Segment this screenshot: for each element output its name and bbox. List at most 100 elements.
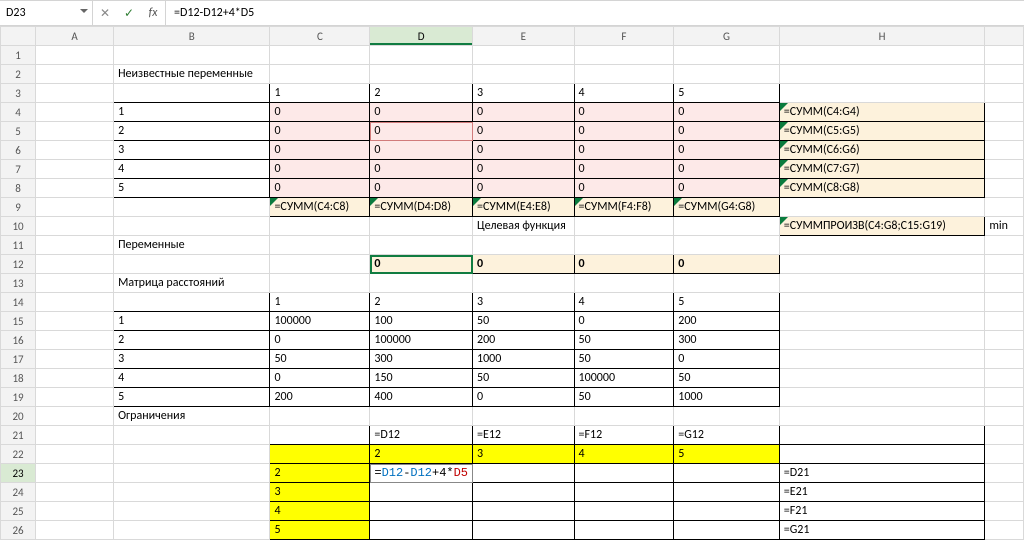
col-header-E[interactable]: E [473, 27, 575, 46]
cell[interactable]: =СУММ(C4:C8) [270, 198, 370, 217]
cell[interactable]: 2 [370, 84, 473, 103]
cell[interactable]: 2 [270, 464, 370, 483]
cell[interactable] [779, 65, 985, 84]
cell[interactable]: 1 [114, 103, 270, 122]
cell[interactable] [779, 198, 985, 217]
cell[interactable] [270, 65, 370, 84]
cell[interactable]: 0 [674, 350, 780, 369]
cell[interactable]: 100000 [574, 369, 674, 388]
cell[interactable]: 0 [674, 255, 780, 274]
cell[interactable]: 3 [473, 84, 575, 103]
cell[interactable]: 0 [473, 179, 575, 198]
cell[interactable] [985, 198, 1024, 217]
cell[interactable] [114, 445, 270, 464]
cell[interactable]: 50 [473, 312, 575, 331]
cell[interactable]: 200 [674, 312, 780, 331]
cell[interactable]: 4 [574, 84, 674, 103]
cell[interactable]: =СУММ(C8:G8) [779, 179, 985, 198]
cell-editing[interactable]: =D12-D12+4*D5 [370, 464, 473, 483]
cell[interactable]: 150 [370, 369, 473, 388]
row-header[interactable]: 2 [1, 65, 36, 84]
cell[interactable]: 4 [114, 369, 270, 388]
cell[interactable] [985, 331, 1024, 350]
cell[interactable] [36, 141, 114, 160]
cell[interactable]: 3 [114, 350, 270, 369]
row-header[interactable]: 22 [1, 445, 36, 464]
cell[interactable] [370, 407, 473, 426]
cell[interactable] [370, 236, 473, 255]
cell[interactable] [574, 46, 674, 65]
cell[interactable] [36, 350, 114, 369]
row-header[interactable]: 17 [1, 350, 36, 369]
row-header[interactable]: 4 [1, 103, 36, 122]
cell[interactable]: =СУММ(E4:E8) [473, 198, 575, 217]
cell[interactable] [779, 426, 985, 445]
cell[interactable] [370, 502, 473, 521]
cell[interactable] [985, 160, 1024, 179]
cell[interactable] [370, 65, 473, 84]
cell[interactable] [779, 236, 985, 255]
cell[interactable] [985, 236, 1024, 255]
cell[interactable] [36, 255, 114, 274]
cell[interactable]: 5 [674, 293, 780, 312]
cell[interactable]: 0 [270, 103, 370, 122]
cell[interactable]: 0 [674, 103, 780, 122]
cell[interactable] [985, 483, 1024, 502]
cell[interactable] [114, 464, 270, 483]
cell[interactable]: =СУММ(D4:D8) [370, 198, 473, 217]
col-header-D[interactable]: D [370, 27, 473, 46]
col-header-G[interactable]: G [674, 27, 780, 46]
cell[interactable]: 4 [574, 293, 674, 312]
section-label[interactable]: Матрица расстояний [114, 274, 270, 293]
cell[interactable]: 0 [370, 179, 473, 198]
cell[interactable] [370, 46, 473, 65]
cell[interactable] [574, 502, 674, 521]
cell[interactable] [574, 483, 674, 502]
cell[interactable] [985, 350, 1024, 369]
cell[interactable] [36, 293, 114, 312]
cell[interactable]: 0 [674, 141, 780, 160]
cell[interactable]: 0 [370, 103, 473, 122]
cell[interactable] [674, 65, 780, 84]
cell[interactable] [985, 122, 1024, 141]
cell[interactable] [370, 521, 473, 540]
cell[interactable] [36, 84, 114, 103]
cell[interactable] [114, 483, 270, 502]
cell[interactable]: 0 [674, 122, 780, 141]
cell[interactable]: 5 [270, 521, 370, 540]
cell[interactable]: =E12 [473, 426, 575, 445]
cell[interactable]: 100000 [370, 331, 473, 350]
cell[interactable]: 50 [473, 369, 575, 388]
cell[interactable] [574, 65, 674, 84]
cell[interactable]: 0 [473, 122, 575, 141]
cell[interactable] [36, 369, 114, 388]
cell[interactable] [985, 369, 1024, 388]
cell[interactable] [270, 274, 370, 293]
cell[interactable]: 0 [370, 160, 473, 179]
row-header[interactable]: 19 [1, 388, 36, 407]
cell[interactable] [270, 46, 370, 65]
cell[interactable] [114, 255, 270, 274]
cell[interactable]: 1 [270, 293, 370, 312]
cell[interactable] [985, 388, 1024, 407]
cell[interactable] [674, 236, 780, 255]
row-header[interactable]: 24 [1, 483, 36, 502]
cell[interactable]: 5 [674, 445, 780, 464]
cell[interactable] [779, 46, 985, 65]
cell[interactable]: =D21 [779, 464, 985, 483]
cell[interactable] [114, 521, 270, 540]
cell[interactable] [36, 407, 114, 426]
cell[interactable]: 50 [574, 331, 674, 350]
cell[interactable]: =СУММ(C6:G6) [779, 141, 985, 160]
cell[interactable] [574, 236, 674, 255]
cell[interactable]: 1 [114, 312, 270, 331]
row-header[interactable]: 13 [1, 274, 36, 293]
cell[interactable]: 0 [270, 331, 370, 350]
cell[interactable]: 400 [370, 388, 473, 407]
cell[interactable] [574, 407, 674, 426]
cell[interactable] [370, 274, 473, 293]
cell[interactable]: 3 [270, 483, 370, 502]
cell[interactable] [473, 502, 575, 521]
cell[interactable]: =E21 [779, 483, 985, 502]
confirm-edit-button[interactable]: ✓ [117, 1, 141, 25]
